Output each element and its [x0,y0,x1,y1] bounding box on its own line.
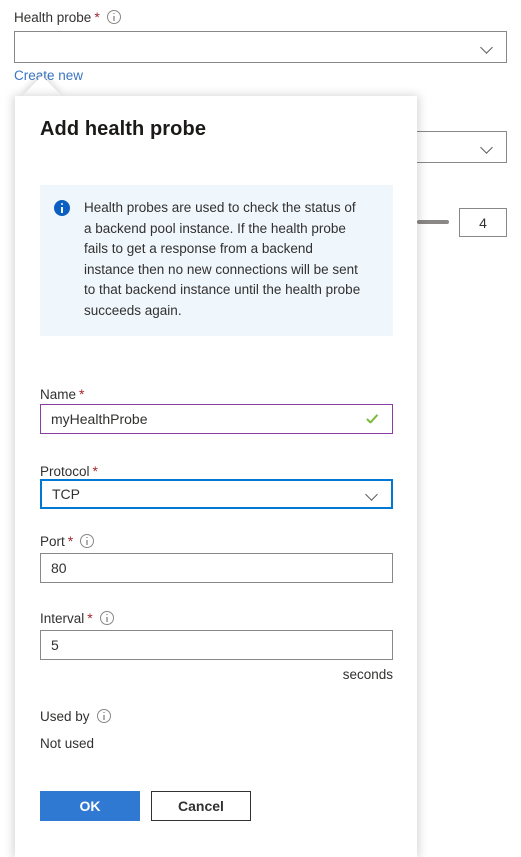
info-icon[interactable] [99,611,114,625]
secondary-select[interactable] [414,131,507,163]
create-new-link[interactable]: Create new [14,68,83,83]
name-input-value: myHealthProbe [51,411,148,427]
info-message-bar: Health probes are used to check the stat… [40,185,393,336]
health-probe-label-text: Health probe [14,10,92,25]
required-star: * [67,533,74,549]
info-icon[interactable] [80,534,95,548]
info-icon[interactable] [106,10,121,24]
number-stepper-input[interactable]: 4 [459,208,507,237]
chevron-down-icon [481,41,494,54]
required-star: * [94,9,100,25]
ok-button[interactable]: OK [40,791,140,821]
used-by-label-text: Used by [40,709,90,724]
checkmark-icon [366,413,382,425]
required-star: * [92,463,98,479]
interval-label: Interval * [40,609,114,628]
panel-title: Add health probe [40,118,207,140]
used-by-label: Used by [40,708,111,726]
number-stepper-value: 4 [479,214,487,231]
port-label-text: Port [40,534,65,549]
info-icon[interactable] [96,709,111,723]
port-input-value: 80 [51,560,67,576]
interval-label-text: Interval [40,611,85,626]
protocol-select[interactable]: TCP [40,479,393,509]
name-label: Name * [40,385,84,404]
protocol-select-value: TCP [52,486,80,502]
add-health-probe-callout: Add health probe Health probes are used … [15,97,417,857]
name-label-text: Name [40,387,77,402]
cancel-button-label: Cancel [178,798,224,814]
interval-input-value: 5 [51,637,59,653]
info-message-text: Health probes are used to check the stat… [84,200,361,318]
interval-input[interactable]: 5 [40,630,393,660]
chevron-down-icon [481,141,494,154]
protocol-label-text: Protocol [40,464,90,479]
port-label: Port * [40,532,95,551]
ok-button-label: OK [79,798,101,814]
required-star: * [79,386,85,402]
info-filled-icon [54,200,70,216]
cancel-button[interactable]: Cancel [151,791,251,821]
required-star: * [87,610,93,626]
port-input[interactable]: 80 [40,553,393,583]
health-probe-label: Health probe * [14,8,121,27]
slider-track[interactable] [417,220,449,224]
used-by-value: Not used [40,736,95,751]
chevron-down-icon [366,488,379,501]
health-probe-select[interactable] [14,31,507,63]
name-input[interactable]: myHealthProbe [40,404,393,434]
interval-units-label: seconds [342,667,393,682]
